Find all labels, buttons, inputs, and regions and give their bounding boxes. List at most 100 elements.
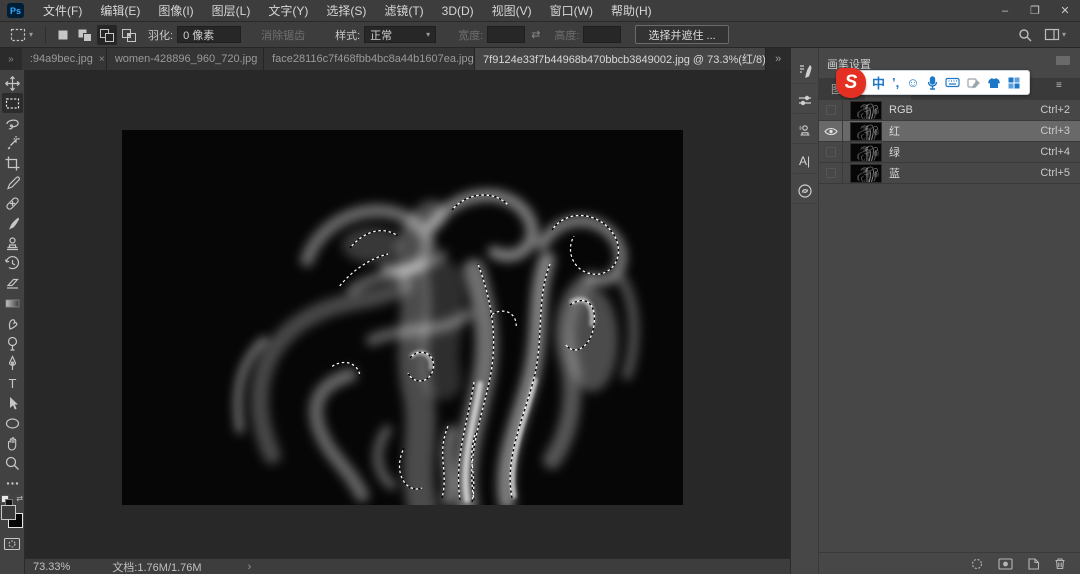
- restore-button[interactable]: ❐: [1020, 0, 1050, 22]
- menu-file[interactable]: 文件(F): [34, 0, 91, 22]
- minimize-button[interactable]: –: [990, 0, 1020, 22]
- workspace-switcher[interactable]: ▾: [1044, 28, 1066, 41]
- lasso-tool[interactable]: [2, 113, 23, 133]
- menu-view[interactable]: 视图(V): [483, 0, 541, 22]
- eraser-tool[interactable]: [2, 273, 23, 293]
- channel-row-green[interactable]: 绿 Ctrl+4: [819, 142, 1080, 163]
- load-channel-as-selection-icon[interactable]: [970, 558, 984, 570]
- document-tab-4-active[interactable]: 7f9124e33f7b44968b470bbcb3849002.jpg @ 7…: [475, 48, 767, 70]
- pen-tool[interactable]: [2, 353, 23, 373]
- status-chevron-icon[interactable]: ›: [248, 561, 252, 573]
- path-selection-tool[interactable]: [2, 393, 23, 413]
- document-tab-1[interactable]: :94a9bec.jpg ×: [21, 48, 107, 70]
- tab-overflow-left-icon[interactable]: »: [0, 48, 22, 70]
- gradient-tool[interactable]: [2, 293, 23, 313]
- ime-emoji-icon[interactable]: ☺: [906, 75, 919, 90]
- visibility-toggle[interactable]: [819, 100, 843, 120]
- ime-keyboard-icon[interactable]: [944, 77, 960, 88]
- menu-filter[interactable]: 滤镜(T): [375, 0, 432, 22]
- menu-image[interactable]: 图像(I): [149, 0, 202, 22]
- ime-mode-chinese[interactable]: 中: [872, 73, 885, 92]
- tab-overflow-right-icon[interactable]: »: [766, 48, 790, 70]
- ime-handwriting-icon[interactable]: [966, 77, 980, 89]
- hand-tool[interactable]: [2, 433, 23, 453]
- close-button[interactable]: ✕: [1050, 0, 1080, 22]
- zoom-level[interactable]: 73.33%: [33, 561, 70, 573]
- ime-microphone-icon[interactable]: [927, 75, 938, 90]
- swap-colors-icon[interactable]: ⇄: [16, 494, 23, 503]
- type-tool[interactable]: T: [2, 373, 23, 393]
- select-and-mask-button[interactable]: 选择并遮住 ...: [635, 25, 729, 44]
- window-controls: – ❐ ✕: [990, 0, 1080, 22]
- dodge-tool[interactable]: [2, 333, 23, 353]
- rectangular-marquee-tool[interactable]: [1, 93, 23, 113]
- crop-tool[interactable]: [2, 153, 23, 173]
- menu-window[interactable]: 窗口(W): [541, 0, 602, 22]
- zoom-tool[interactable]: [2, 453, 23, 473]
- visibility-toggle[interactable]: [819, 163, 843, 183]
- history-brush-tool[interactable]: [2, 253, 23, 273]
- quick-mask-mode-button[interactable]: [3, 537, 21, 556]
- eye-hidden-icon: [825, 168, 836, 178]
- search-icon[interactable]: [1018, 28, 1032, 42]
- move-tool[interactable]: [2, 73, 23, 93]
- magic-wand-tool[interactable]: [2, 133, 23, 153]
- eyedropper-tool[interactable]: [2, 173, 23, 193]
- character-panel-icon[interactable]: A|: [792, 148, 817, 174]
- visibility-toggle[interactable]: [819, 142, 843, 162]
- create-new-channel-icon[interactable]: [1027, 557, 1040, 570]
- panel-menu-icon[interactable]: ≡: [1056, 81, 1070, 91]
- photoshop-window: Ps 文件(F) 编辑(E) 图像(I) 图层(L) 文字(Y) 选择(S) 滤…: [0, 0, 1080, 574]
- menu-select[interactable]: 选择(S): [317, 0, 375, 22]
- brush-settings-panel-icon[interactable]: [792, 58, 817, 84]
- document-tab-3[interactable]: face28116c7f468fbb4bc8a44b1607ea.jpg ×: [264, 48, 476, 70]
- menu-type[interactable]: 文字(Y): [259, 0, 317, 22]
- libraries-panel-icon[interactable]: [792, 178, 817, 204]
- canvas-pasteboard[interactable]: [25, 70, 790, 558]
- svg-text:T: T: [8, 376, 16, 391]
- add-to-selection-button[interactable]: [75, 25, 95, 45]
- channel-row-red[interactable]: 红 Ctrl+3: [819, 121, 1080, 142]
- smudge-tool[interactable]: [2, 313, 23, 333]
- menu-bar: Ps 文件(F) 编辑(E) 图像(I) 图层(L) 文字(Y) 选择(S) 滤…: [0, 0, 1080, 22]
- clone-stamp-tool[interactable]: [2, 233, 23, 253]
- sogou-ime-toolbar[interactable]: S 中 ’, ☺: [836, 68, 1030, 98]
- brush-tool[interactable]: [2, 213, 23, 233]
- channel-row-blue[interactable]: 蓝 Ctrl+5: [819, 163, 1080, 184]
- document-tab-2[interactable]: women-428896_960_720.jpg ×: [106, 48, 265, 70]
- smoke-image-canvas[interactable]: [122, 130, 683, 505]
- feather-input[interactable]: 0 像素: [177, 26, 242, 43]
- channel-row-rgb[interactable]: RGB Ctrl+2: [819, 100, 1080, 121]
- menu-edit[interactable]: 编辑(E): [91, 0, 149, 22]
- channel-list: RGB Ctrl+2 红 Ctrl+3 绿 Ctrl+4 蓝 Ctrl+5: [819, 100, 1080, 184]
- edit-toolbar-icon[interactable]: [2, 473, 23, 493]
- collapse-panel-icon[interactable]: [1056, 56, 1070, 65]
- style-label: 样式:: [335, 29, 361, 42]
- intersect-selection-button[interactable]: [119, 25, 139, 45]
- sogou-logo-icon[interactable]: S: [836, 68, 866, 98]
- save-selection-as-channel-icon[interactable]: [998, 557, 1013, 570]
- subtract-from-selection-button[interactable]: [97, 24, 118, 45]
- ime-toolbox-icon[interactable]: [1008, 77, 1020, 89]
- channel-thumbnail: [850, 100, 882, 120]
- tool-preset-picker[interactable]: ▾: [0, 28, 39, 42]
- spot-healing-brush-tool[interactable]: [2, 193, 23, 213]
- delete-channel-icon[interactable]: [1054, 557, 1066, 570]
- ime-skin-icon[interactable]: [987, 77, 1001, 89]
- default-colors-icon[interactable]: [1, 495, 13, 507]
- tab-label: women-428896_960_720.jpg: [114, 53, 258, 65]
- foreground-color-swatch[interactable]: [1, 505, 16, 520]
- close-icon[interactable]: ×: [99, 54, 105, 65]
- clone-source-panel-icon[interactable]: [792, 118, 817, 144]
- menu-3d[interactable]: 3D(D): [433, 0, 483, 22]
- menu-layer[interactable]: 图层(L): [203, 0, 260, 22]
- style-select[interactable]: 正常 ▾: [364, 26, 437, 43]
- swap-width-height-icon[interactable]: ⇄: [531, 28, 540, 41]
- brushes-panel-icon[interactable]: [792, 88, 817, 114]
- photoshop-logo-icon: Ps: [7, 3, 24, 18]
- new-selection-button[interactable]: [53, 25, 73, 45]
- visibility-toggle[interactable]: [819, 121, 843, 141]
- ime-punctuation-icon[interactable]: ’,: [892, 75, 899, 90]
- ellipse-shape-tool[interactable]: [2, 413, 23, 433]
- menu-help[interactable]: 帮助(H): [602, 0, 661, 22]
